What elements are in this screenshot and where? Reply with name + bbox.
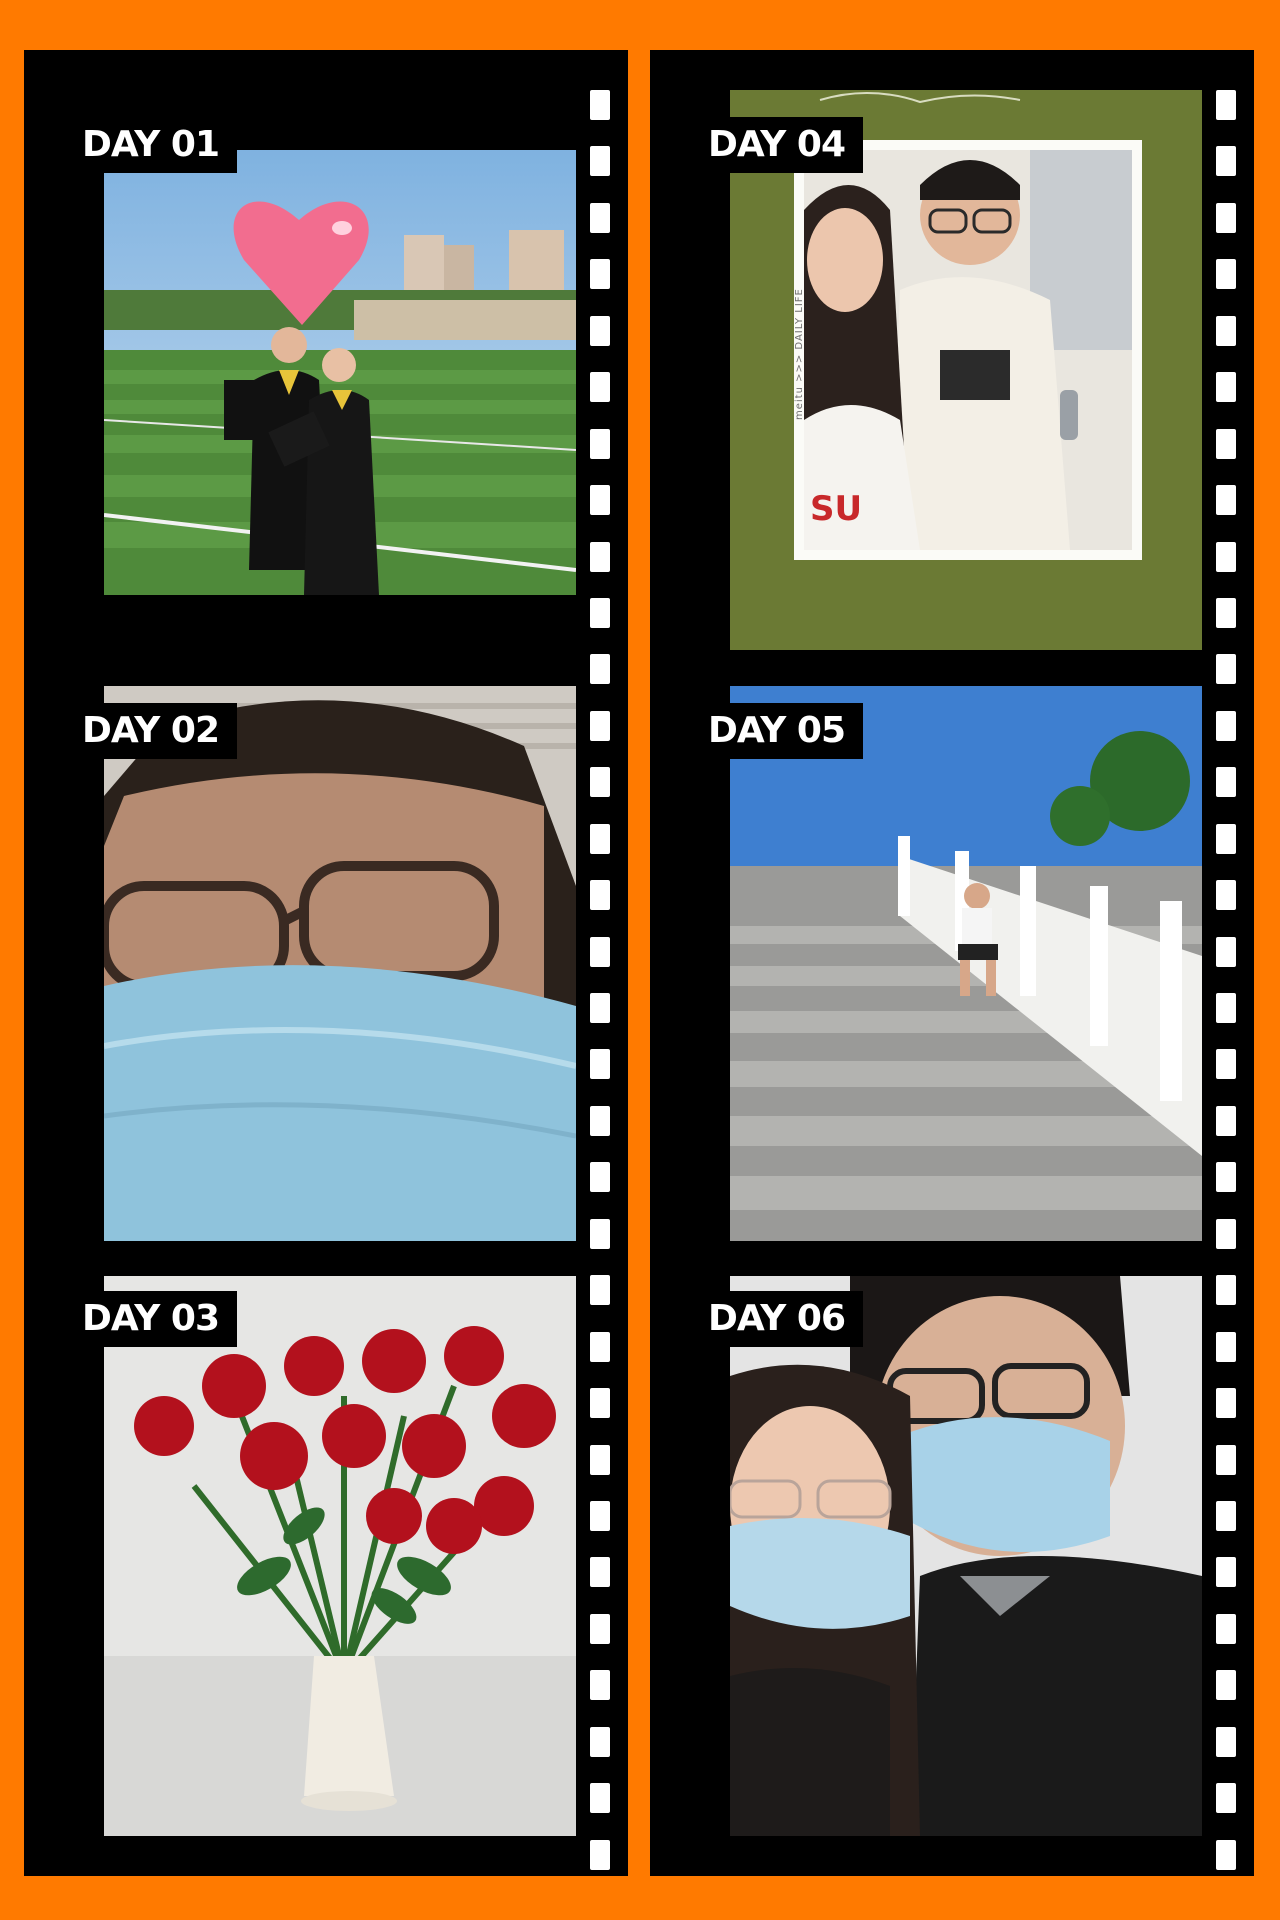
film-strip-left: DAY 01 DAY 02 DAY 03	[24, 50, 628, 1876]
sprocket-hole	[1216, 1500, 1236, 1531]
sprocket-hole	[590, 1783, 610, 1814]
sprocket-hole	[1216, 1331, 1236, 1362]
sprocket-hole	[1216, 936, 1236, 967]
sprocket-hole	[1216, 259, 1236, 290]
photo-day-02[interactable]	[104, 686, 576, 1241]
sprocket-hole	[590, 146, 610, 177]
sprocket-hole	[1216, 146, 1236, 177]
sprocket-hole	[590, 880, 610, 911]
sprocket-hole	[1216, 1670, 1236, 1701]
sprocket-hole	[590, 597, 610, 628]
sprocket-hole	[1216, 1049, 1236, 1080]
sprocket-hole	[590, 1839, 610, 1870]
sprocket-hole	[1216, 485, 1236, 516]
sprocket-hole	[1216, 202, 1236, 233]
sprocket-hole	[590, 202, 610, 233]
sprocket-holes-left	[590, 90, 610, 1870]
day-05-label: DAY 05	[686, 703, 863, 759]
sprocket-hole	[1216, 597, 1236, 628]
sprocket-hole	[590, 823, 610, 854]
photo-day-03[interactable]	[104, 1276, 576, 1836]
photo-day-04[interactable]: SU meitu >>> DAILY LIFE	[730, 90, 1202, 650]
sprocket-hole	[590, 767, 610, 798]
film-strip-right: DAY 04 SU meitu >>> DAILY LIFE DAY 05 DA…	[650, 50, 1254, 1876]
sprocket-hole	[1216, 1275, 1236, 1306]
photo-day-01[interactable]	[104, 150, 576, 595]
sprocket-hole	[590, 993, 610, 1023]
sprocket-hole	[1216, 1726, 1236, 1757]
sprocket-hole	[590, 315, 610, 346]
sprocket-hole	[590, 1670, 610, 1701]
sprocket-hole	[590, 1500, 610, 1531]
sprocket-hole	[1216, 654, 1236, 685]
sprocket-hole	[1216, 1783, 1236, 1814]
day-04-watermark: meitu >>> DAILY LIFE	[794, 288, 805, 420]
day-03-label: DAY 03	[60, 1291, 237, 1347]
sprocket-hole	[1216, 1388, 1236, 1419]
sprocket-hole	[1216, 880, 1236, 911]
sprocket-hole	[1216, 1444, 1236, 1475]
sprocket-hole	[590, 428, 610, 459]
sprocket-hole	[590, 1049, 610, 1080]
sprocket-hole	[1216, 993, 1236, 1023]
sprocket-hole	[590, 259, 610, 290]
sprocket-hole	[590, 1726, 610, 1757]
sprocket-hole	[590, 90, 610, 120]
sprocket-hole	[1216, 1839, 1236, 1870]
day-01-label: DAY 01	[60, 117, 237, 173]
sprocket-hole	[1216, 1557, 1236, 1588]
roses-photo	[104, 1276, 576, 1836]
sprocket-hole	[590, 485, 610, 516]
sprocket-hole	[590, 710, 610, 741]
sprocket-hole	[1216, 1613, 1236, 1644]
day-02-label: DAY 02	[60, 703, 237, 759]
masked-couple-photo	[730, 1276, 1202, 1836]
sprocket-hole	[590, 1557, 610, 1588]
sprocket-hole	[1216, 315, 1236, 346]
stairs-photo	[730, 686, 1202, 1241]
graduation-photo	[104, 150, 576, 595]
sprocket-hole	[590, 936, 610, 967]
sprocket-hole	[1216, 823, 1236, 854]
sprocket-hole	[1216, 767, 1236, 798]
photo-day-06[interactable]	[730, 1276, 1202, 1836]
sprocket-hole	[590, 1218, 610, 1249]
svg-text:SU: SU	[810, 489, 862, 529]
sprocket-hole	[590, 372, 610, 403]
sprocket-hole	[1216, 1105, 1236, 1136]
sprocket-hole	[1216, 541, 1236, 572]
sprocket-hole	[590, 1275, 610, 1306]
sprocket-hole	[590, 1444, 610, 1475]
day-06-label: DAY 06	[686, 1291, 863, 1347]
sprocket-hole	[590, 1613, 610, 1644]
sprocket-hole	[590, 1162, 610, 1193]
masked-selfie-photo	[104, 686, 576, 1241]
sprocket-hole	[1216, 710, 1236, 741]
photo-day-05[interactable]	[730, 686, 1202, 1241]
sprocket-hole	[1216, 372, 1236, 403]
sprocket-hole	[1216, 90, 1236, 120]
sprocket-hole	[590, 1388, 610, 1419]
sprocket-hole	[590, 654, 610, 685]
sprocket-hole	[590, 1105, 610, 1136]
sprocket-hole	[1216, 1162, 1236, 1193]
sprocket-hole	[590, 541, 610, 572]
day-04-label: DAY 04	[686, 117, 863, 173]
sprocket-hole	[1216, 428, 1236, 459]
sprocket-hole	[1216, 1218, 1236, 1249]
sprocket-holes-right	[1216, 90, 1236, 1870]
sprocket-hole	[590, 1331, 610, 1362]
